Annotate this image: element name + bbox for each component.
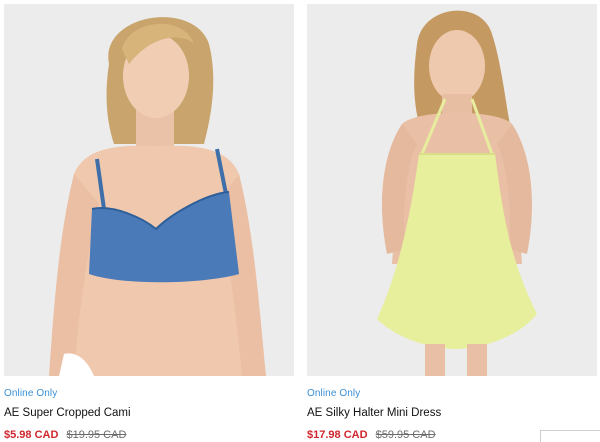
product-image[interactable] (307, 4, 597, 376)
product-image[interactable] (4, 4, 294, 376)
product-grid: Online Only AE Super Cropped Cami $5.98 … (0, 0, 600, 442)
price-row: $5.98 CAD $19.95 CAD (4, 429, 294, 442)
original-price: $19.95 CAD (66, 429, 127, 441)
online-only-badge: Online Only (4, 388, 58, 399)
product-name[interactable]: AE Super Cropped Cami (4, 407, 294, 423)
online-only-badge: Online Only (307, 388, 361, 399)
floating-widget-edge[interactable] (540, 430, 600, 442)
product-card[interactable]: Online Only AE Silky Halter Mini Dress $… (307, 4, 597, 442)
original-price: $59.95 CAD (375, 429, 436, 441)
product-name[interactable]: AE Silky Halter Mini Dress (307, 407, 597, 423)
product-card[interactable]: Online Only AE Super Cropped Cami $5.98 … (4, 4, 294, 442)
sale-price: $5.98 CAD (4, 429, 59, 441)
sale-price: $17.98 CAD (307, 429, 368, 441)
